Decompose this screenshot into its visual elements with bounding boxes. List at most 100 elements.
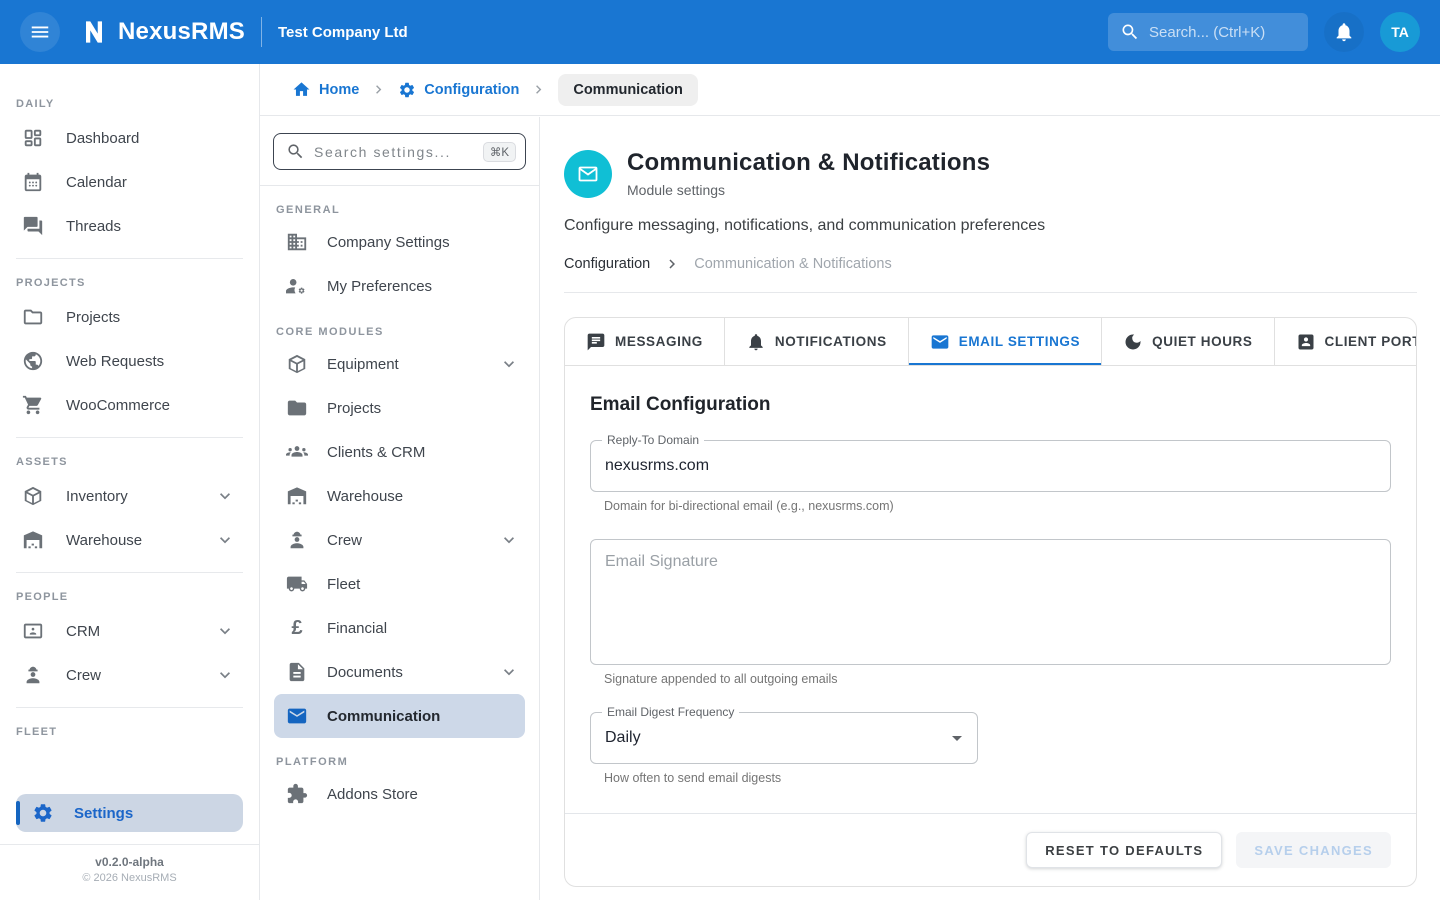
chevron-down-icon [215,621,235,641]
reply-to-domain-field: Reply-To Domain [590,440,1391,492]
settings-nav-item-financial[interactable]: £Financial [274,606,525,650]
breadcrumb-configuration[interactable]: Configuration [398,81,519,99]
section-heading: Email Configuration [590,394,1391,416]
settings-nav-item-equipment[interactable]: Equipment [274,342,525,386]
settings-section-label: GENERAL [276,204,523,216]
puzzle-icon [286,783,308,805]
sidebar-item-threads[interactable]: Threads [0,204,259,248]
sidebar-item-crew[interactable]: Crew [0,653,259,697]
calendar-icon [22,171,44,193]
email-signature-input[interactable] [605,553,1376,651]
settings-search-input[interactable] [314,144,474,160]
email-signature-field [590,539,1391,665]
sidebar-section-label: PEOPLE [16,591,243,603]
sidebar-section-label-fleet: FLEET [16,726,243,738]
menu-button[interactable] [20,12,60,52]
settings-nav-item-warehouse[interactable]: Warehouse [274,474,525,518]
cart-icon [22,394,44,416]
page-description: Configure messaging, notifications, and … [564,217,1417,235]
chevron-down-icon [499,354,519,374]
breadcrumb: Home Configuration Communication [260,64,1440,116]
settings-nav-item-projects[interactable]: Projects [274,386,525,430]
sidebar-item-warehouse[interactable]: Warehouse [0,518,259,562]
search-icon [286,142,305,161]
sidebar-item-projects[interactable]: Projects [0,295,259,339]
module-breadcrumb-parent[interactable]: Configuration [564,256,650,272]
chevron-right-icon [530,81,547,98]
notifications-button[interactable] [1324,12,1364,52]
reply-to-domain-input[interactable] [605,457,1376,475]
settings-nav-item-fleet[interactable]: Fleet [274,562,525,606]
tab-messaging[interactable]: MESSAGING [565,318,725,365]
topbar-divider [261,17,262,47]
sidebar-item-label: Calendar [66,174,127,191]
reset-to-defaults-button[interactable]: RESET TO DEFAULTS [1026,832,1222,868]
settings-nav-item-documents[interactable]: Documents [274,650,525,694]
app-name: NexusRMS [118,18,245,46]
dashboard-icon [22,127,44,149]
divider [16,437,243,438]
folder-icon [22,306,44,328]
settings-nav-item-company-settings[interactable]: Company Settings [274,220,525,264]
user-avatar[interactable]: TA [1380,12,1420,52]
breadcrumb-current: Communication [558,74,698,106]
settings-nav-item-clients-crm[interactable]: Clients & CRM [274,430,525,474]
sidebar-item-woocommerce[interactable]: WooCommerce [0,383,259,427]
folder-filled-icon [286,397,308,419]
chat-icon [586,332,606,352]
app-logo[interactable]: NexusRMS [78,16,245,48]
tab-label: MESSAGING [615,334,703,349]
badge-icon [22,620,44,642]
warehouse-icon [286,485,308,507]
settings-nav-item-addons-store[interactable]: Addons Store [274,772,525,816]
field-helper-text: Signature appended to all outgoing email… [604,672,1391,686]
engineer-icon [22,664,44,686]
sidebar-item-crm[interactable]: CRM [0,609,259,653]
global-search-input[interactable] [1149,24,1296,41]
tab-email-settings[interactable]: EMAIL SETTINGS [909,318,1102,365]
sidebar-pinned-area: Settings v0.2.0-alpha © 2026 NexusRMS [0,784,259,900]
tab-notifications[interactable]: NOTIFICATIONS [725,318,909,365]
chevron-down-icon [499,662,519,682]
engineer-icon [286,529,308,551]
divider [16,707,243,708]
settings-nav-item-label: Projects [327,400,381,417]
field-helper-text: How often to send email digests [604,771,1391,785]
tab-client-portal[interactable]: CLIENT PORTAL [1275,318,1418,365]
sidebar-item-label: Inventory [66,488,128,505]
sidebar-item-dashboard[interactable]: Dashboard [0,116,259,160]
active-indicator-bar [16,801,20,825]
bell-icon [1333,21,1355,43]
sidebar-item-calendar[interactable]: Calendar [0,160,259,204]
settings-nav-item-crew[interactable]: Crew [274,518,525,562]
settings-nav-item-label: Warehouse [327,488,403,505]
divider [16,258,243,259]
tab-bar: MESSAGING NOTIFICATIONSEMAIL SETTINGSQUIE… [565,318,1416,366]
sidebar-item-web-requests[interactable]: Web Requests [0,339,259,383]
moon-icon [1123,332,1143,352]
breadcrumb-home[interactable]: Home [292,80,359,99]
sidebar-item-inventory[interactable]: Inventory [0,474,259,518]
chevron-down-icon [215,530,235,550]
settings-search[interactable]: ⌘K [273,133,526,170]
settings-nav-item-my-preferences[interactable]: My Preferences [274,264,525,308]
sidebar-item-label: Warehouse [66,532,142,549]
globe-icon [22,350,44,372]
settings-nav-item-label: Communication [327,708,440,725]
sidebar-item-settings[interactable]: Settings [16,794,243,832]
settings-nav-item-label: My Preferences [327,278,432,295]
settings-nav-item-label: Clients & CRM [327,444,425,461]
sidebar-item-label: Crew [66,667,101,684]
settings-nav-item-communication[interactable]: Communication [274,694,525,738]
divider [0,844,259,845]
chevron-down-icon [215,486,235,506]
tab-quiet-hours[interactable]: QUIET HOURS [1102,318,1274,365]
module-avatar [564,150,612,198]
sidebar-item-label: CRM [66,623,100,640]
sidebar-nav-list: DAILYDashboardCalendarThreadsPROJECTSPro… [0,64,259,900]
global-search[interactable] [1108,13,1308,51]
settings-nav-list: GENERALCompany SettingsMy PreferencesCOR… [260,204,539,816]
groups-icon [286,441,308,463]
divider [260,185,539,186]
email-digest-frequency-select[interactable]: Email Digest Frequency Daily [590,712,978,764]
